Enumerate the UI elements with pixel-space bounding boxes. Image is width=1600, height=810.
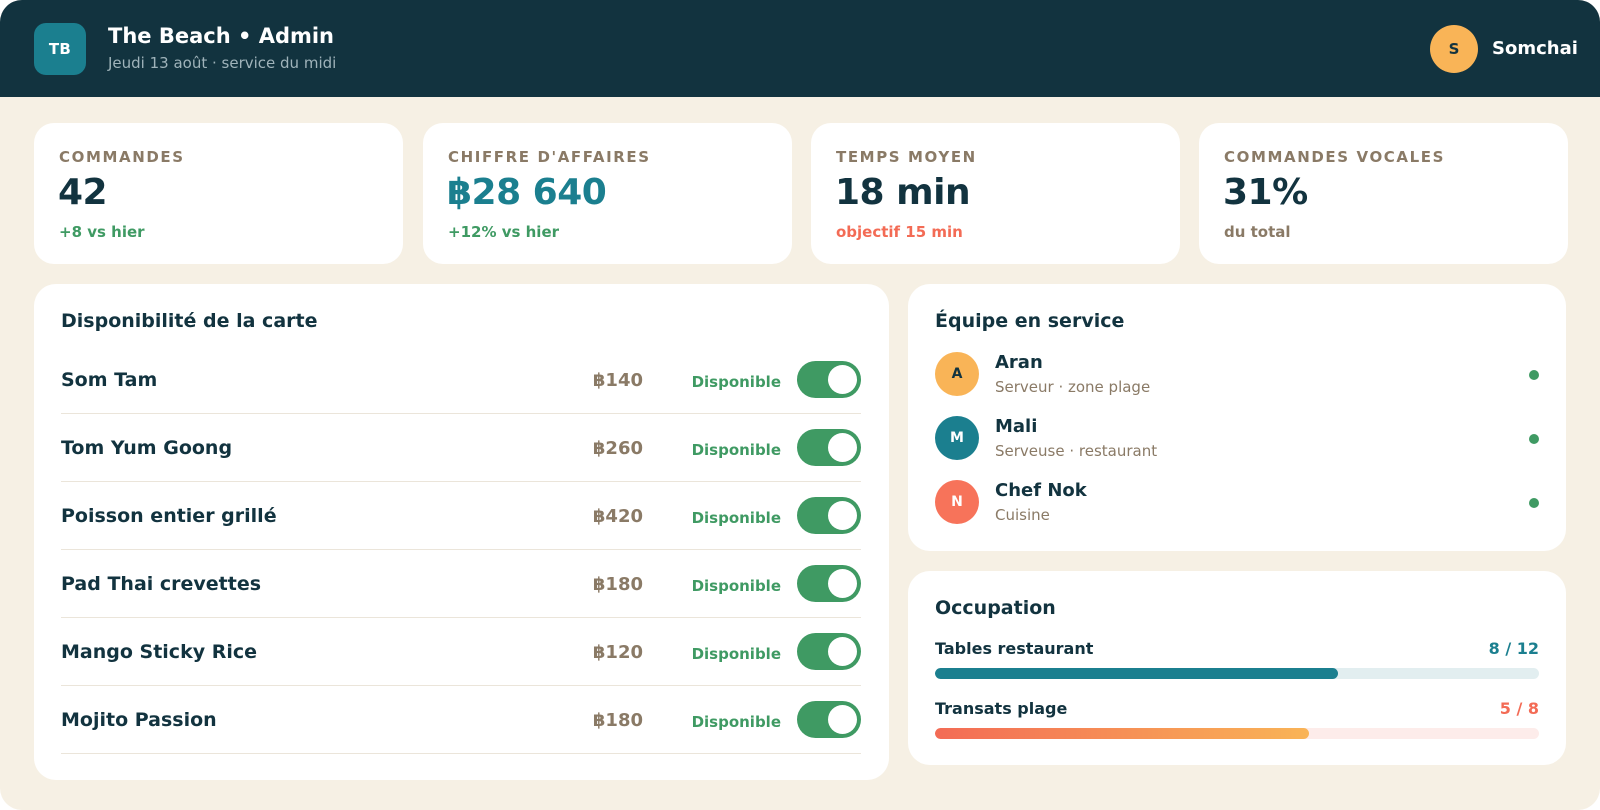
card-title: Équipe en service [935,310,1125,332]
availability-toggle[interactable] [797,429,861,466]
dish-name: Pad Thai crevettes [61,573,262,595]
occupation-row-tables: Tables restaurant 8 / 12 [935,639,1539,683]
online-status-icon [1529,370,1539,380]
dish-name: Poisson entier grillé [61,505,277,527]
dish-name: Mojito Passion [61,709,217,731]
dish-price: ฿120 [592,642,643,663]
dish-price: ฿260 [592,438,643,459]
availability-toggle[interactable] [797,361,861,398]
menu-item-row: Tom Yum Goong ฿260 Disponible [61,414,861,482]
kpi-target: objectif 15 min [836,223,963,241]
team-on-duty-card: Équipe en service A Aran Serveur · zone … [908,284,1566,551]
availability-status: Disponible [691,509,781,527]
staff-role: Serveuse · restaurant [995,442,1158,460]
availability-status: Disponible [691,645,781,663]
dish-price: ฿140 [592,370,643,391]
kpi-value: 42 [58,172,108,213]
card-title: Disponibilité de la carte [61,310,318,332]
kpi-card-orders: COMMANDES 42 +8 vs hier [34,123,403,264]
occupation-progress-track [935,668,1539,679]
occupation-row-loungers: Transats plage 5 / 8 [935,699,1539,743]
availability-toggle[interactable] [797,633,861,670]
staff-name: Mali [995,416,1038,437]
toggle-knob [828,501,857,530]
staff-avatar: N [935,480,979,524]
kpi-card-avg-time: TEMPS MOYEN 18 min objectif 15 min [811,123,1180,264]
kpi-value: ฿28 640 [447,172,607,213]
kpi-label: CHIFFRE D'AFFAIRES [448,148,651,166]
menu-item-row: Pad Thai crevettes ฿180 Disponible [61,550,861,618]
staff-member[interactable]: N Chef Nok Cuisine [935,480,1539,528]
availability-status: Disponible [691,441,781,459]
dish-price: ฿180 [592,574,643,595]
staff-member[interactable]: M Mali Serveuse · restaurant [935,416,1539,464]
app-title: The Beach • Admin [108,24,335,48]
occupation-progress-fill [935,668,1338,679]
staff-name: Chef Nok [995,480,1087,501]
occupation-card: Occupation Tables restaurant 8 / 12 Tran… [908,571,1566,765]
staff-role: Serveur · zone plage [995,378,1151,396]
occupation-progress-fill [935,728,1310,739]
availability-status: Disponible [691,577,781,595]
menu-availability-card: Disponibilité de la carte Som Tam ฿140 D… [34,284,889,780]
occupation-label: Tables restaurant [935,639,1094,658]
service-subtitle: Jeudi 13 août · service du midi [108,54,337,72]
occupation-count: 5 / 8 [1499,699,1539,718]
kpi-caption: du total [1224,223,1291,241]
availability-toggle[interactable] [797,497,861,534]
kpi-label: COMMANDES [59,148,185,166]
occupation-count: 8 / 12 [1488,639,1539,658]
toggle-knob [828,705,857,734]
toggle-knob [828,637,857,666]
occupation-label: Transats plage [935,699,1068,718]
staff-avatar: M [935,416,979,460]
dish-price: ฿180 [592,710,643,731]
menu-item-row: Mojito Passion ฿180 Disponible [61,686,861,754]
staff-member[interactable]: A Aran Serveur · zone plage [935,352,1539,400]
toggle-knob [828,433,857,462]
kpi-value: 31% [1223,172,1308,213]
kpi-card-revenue: CHIFFRE D'AFFAIRES ฿28 640 +12% vs hier [423,123,792,264]
dish-price: ฿420 [592,506,643,527]
availability-status: Disponible [691,373,781,391]
staff-role: Cuisine [995,506,1050,524]
menu-item-row: Poisson entier grillé ฿420 Disponible [61,482,861,550]
kpi-value: 18 min [835,172,971,213]
staff-avatar: A [935,352,979,396]
dish-name: Mango Sticky Rice [61,641,257,663]
admin-dashboard: TB The Beach • Admin Jeudi 13 août · ser… [0,0,1600,810]
user-name[interactable]: Somchai [1492,38,1578,59]
staff-name: Aran [995,352,1043,373]
occupation-progress-track [935,728,1539,739]
kpi-trend: +12% vs hier [448,223,560,241]
dish-name: Som Tam [61,369,158,391]
kpi-label: COMMANDES VOCALES [1224,148,1446,166]
card-title: Occupation [935,597,1056,619]
availability-status: Disponible [691,713,781,731]
toggle-knob [828,569,857,598]
dish-name: Tom Yum Goong [61,437,233,459]
top-bar: TB The Beach • Admin Jeudi 13 août · ser… [0,0,1600,97]
menu-item-row: Mango Sticky Rice ฿120 Disponible [61,618,861,686]
online-status-icon [1529,434,1539,444]
user-avatar[interactable]: S [1430,25,1478,73]
kpi-label: TEMPS MOYEN [836,148,977,166]
brand-logo[interactable]: TB [34,23,86,75]
kpi-trend: +8 vs hier [59,223,145,241]
availability-toggle[interactable] [797,565,861,602]
availability-toggle[interactable] [797,701,861,738]
toggle-knob [828,365,857,394]
online-status-icon [1529,498,1539,508]
kpi-card-voice-orders: COMMANDES VOCALES 31% du total [1199,123,1568,264]
menu-item-row: Som Tam ฿140 Disponible [61,346,861,414]
